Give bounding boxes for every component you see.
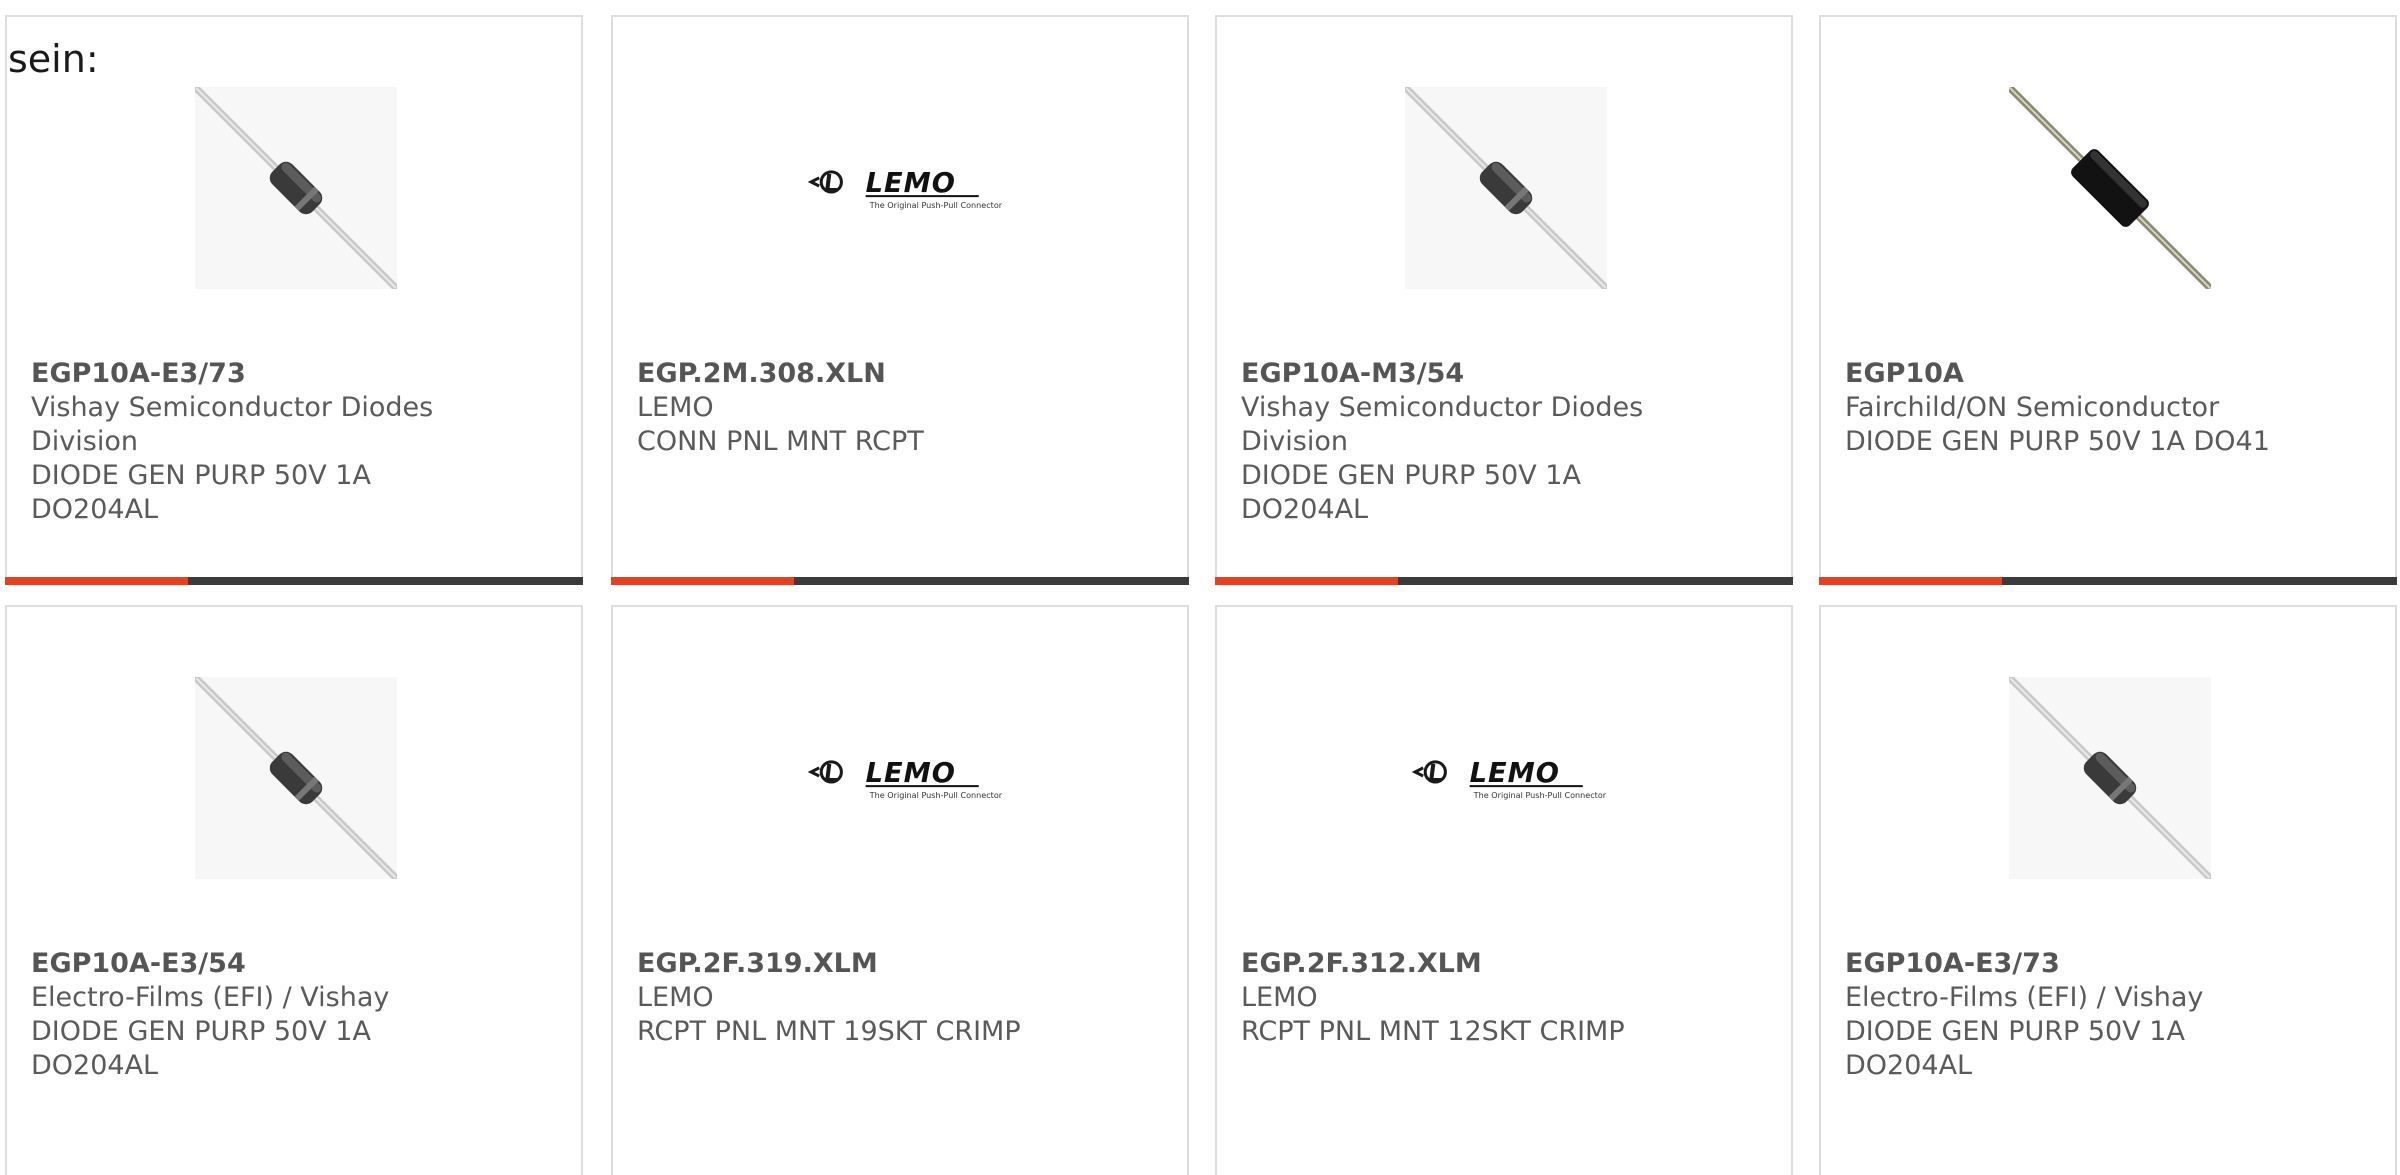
description: DIODE GEN PURP 50V 1A DO204AL [1241, 460, 1581, 525]
diode-image [2009, 677, 2211, 879]
manufacturer: LEMO [637, 982, 714, 1013]
manufacturer: Electro-Films (EFI) / Vishay [1845, 982, 2204, 1013]
product-info: EGP10A-E3/73 Electro-Films (EFI) / Visha… [1845, 947, 2285, 1083]
card-bottom-bar [1819, 577, 2397, 585]
product-info: EGP.2F.319.XLM LEMO RCPT PNL MNT 19SKT C… [637, 947, 1077, 1049]
part-number: EGP10A-E3/54 [31, 948, 246, 979]
card-accent [611, 577, 794, 585]
card-accent [5, 577, 188, 585]
product-card[interactable]: EGP10A Fairchild/ON Semiconductor DIODE … [1819, 15, 2397, 585]
lemo-logo-image [1405, 677, 1607, 879]
product-info: EGP.2M.308.XLN LEMO CONN PNL MNT RCPT [637, 357, 1077, 459]
product-card[interactable]: EGP10A-E3/73 Electro-Films (EFI) / Visha… [1819, 605, 2397, 1175]
manufacturer: Fairchild/ON Semiconductor [1845, 392, 2220, 423]
description: RCPT PNL MNT 12SKT CRIMP [1241, 1016, 1625, 1047]
description: DIODE GEN PURP 50V 1A DO204AL [31, 1016, 371, 1081]
description: CONN PNL MNT RCPT [637, 426, 924, 457]
product-info: EGP10A-M3/54 Vishay Semiconductor Diodes… [1241, 357, 1681, 527]
diode-image [2009, 87, 2211, 289]
manufacturer: Electro-Films (EFI) / Vishay [31, 982, 390, 1013]
part-number: EGP10A-E3/73 [31, 358, 246, 389]
part-number: EGP.2M.308.XLN [637, 358, 886, 389]
part-number: EGP.2F.319.XLM [637, 948, 878, 979]
card-accent [1215, 577, 1398, 585]
card-bottom-bar [1215, 577, 1793, 585]
product-info: EGP10A Fairchild/ON Semiconductor DIODE … [1845, 357, 2285, 459]
part-number: EGP10A-E3/73 [1845, 948, 2060, 979]
diode-image [1405, 87, 1607, 289]
product-card[interactable]: EGP10A-E3/54 Electro-Films (EFI) / Visha… [5, 605, 583, 1175]
product-info: EGP.2F.312.XLM LEMO RCPT PNL MNT 12SKT C… [1241, 947, 1681, 1049]
description: DIODE GEN PURP 50V 1A DO204AL [31, 460, 371, 525]
product-card[interactable]: EGP.2F.312.XLM LEMO RCPT PNL MNT 12SKT C… [1215, 605, 1793, 1175]
description: DIODE GEN PURP 50V 1A DO204AL [1845, 1016, 2185, 1081]
manufacturer: LEMO [1241, 982, 1318, 1013]
product-info: EGP10A-E3/73 Vishay Semiconductor Diodes… [31, 357, 471, 527]
manufacturer: Vishay Semiconductor Diodes Division [31, 392, 434, 457]
product-card[interactable]: EGP10A-M3/54 Vishay Semiconductor Diodes… [1215, 15, 1793, 585]
description: DIODE GEN PURP 50V 1A DO41 [1845, 426, 2270, 457]
lemo-logo-image [801, 677, 1003, 879]
product-card[interactable]: EGP.2M.308.XLN LEMO CONN PNL MNT RCPT [611, 15, 1189, 585]
card-bottom-bar [5, 577, 583, 585]
product-info: EGP10A-E3/54 Electro-Films (EFI) / Visha… [31, 947, 471, 1083]
product-card[interactable]: EGP10A-E3/73 Vishay Semiconductor Diodes… [5, 15, 583, 585]
manufacturer: Vishay Semiconductor Diodes Division [1241, 392, 1644, 457]
card-accent [1819, 577, 2002, 585]
diode-image [195, 87, 397, 289]
description: RCPT PNL MNT 19SKT CRIMP [637, 1016, 1021, 1047]
part-number: EGP10A [1845, 358, 1964, 389]
card-bottom-bar [611, 577, 1189, 585]
lemo-logo-image [801, 87, 1003, 289]
manufacturer: LEMO [637, 392, 714, 423]
intro-text: sein: [8, 37, 99, 81]
product-card[interactable]: EGP.2F.319.XLM LEMO RCPT PNL MNT 19SKT C… [611, 605, 1189, 1175]
part-number: EGP.2F.312.XLM [1241, 948, 1482, 979]
part-number: EGP10A-M3/54 [1241, 358, 1465, 389]
diode-image [195, 677, 397, 879]
